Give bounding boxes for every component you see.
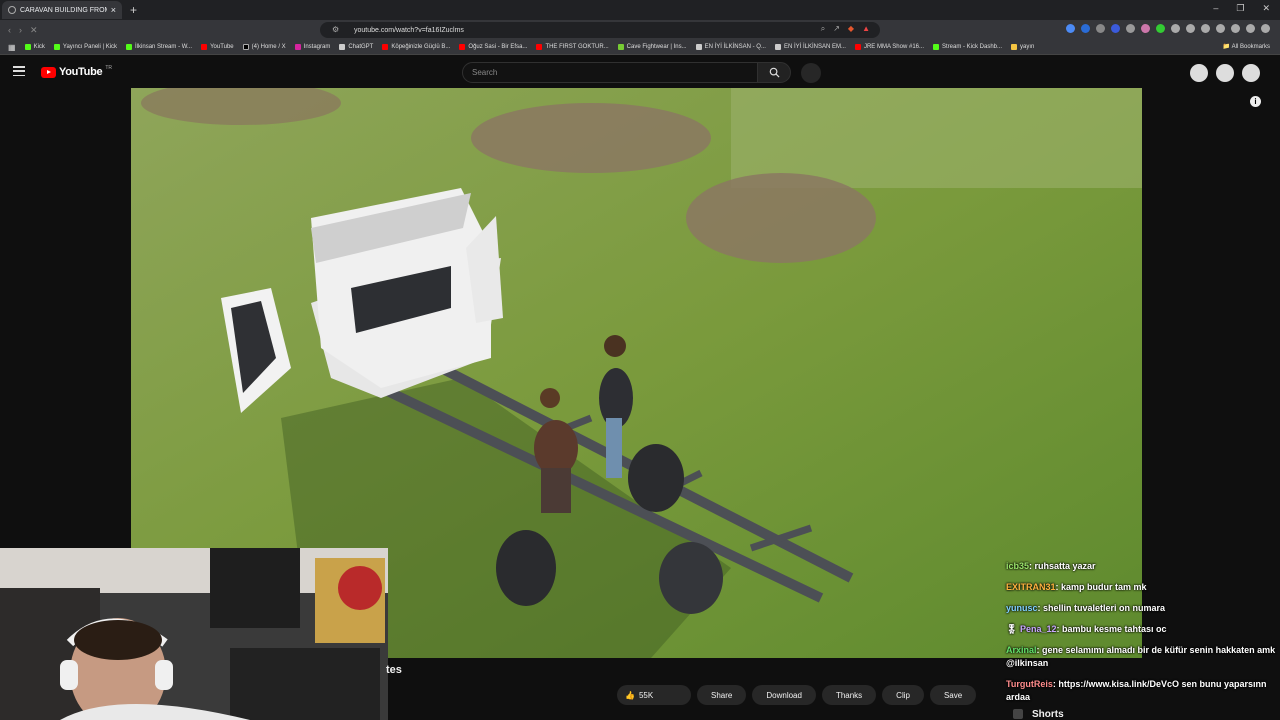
address-bar-row: ‹ › ✕ ⚙ youtube.com/watch?v=fa16IZuclms … — [0, 20, 1280, 40]
bookmark-item[interactable]: EN İYİ İLKİNSAN EM... — [774, 44, 846, 50]
zoom-icon[interactable]: ⌕ — [821, 24, 825, 34]
sidebar-icon[interactable] — [1231, 24, 1240, 33]
video-title: tes — [386, 664, 402, 676]
youtube-header: YouTube TR Search — [0, 56, 1280, 88]
webcam-overlay — [0, 548, 388, 720]
chat-message: yunusc: shellin tuvaletleri on numara — [1006, 603, 1166, 613]
window-controls: – ❐ ✕ — [1213, 3, 1270, 14]
extension-icon[interactable] — [1066, 24, 1075, 33]
video-actions: 👍 55K Share Download Thanks Clip Save — [617, 685, 977, 705]
like-count: 55K — [638, 690, 654, 700]
chat-message: Arxinal: gene selamımı almadı bir de küf… — [1006, 645, 1276, 668]
extension-icon[interactable] — [1081, 24, 1090, 33]
download-button[interactable]: Download — [752, 685, 816, 705]
clip-button[interactable]: Clip — [882, 685, 924, 705]
bookmark-item[interactable]: EN İYİ İLKİNSAN - Q... — [695, 44, 766, 50]
chat-message: 🎖 Pena_12: bambu kesme tahtası oc — [1006, 624, 1167, 634]
bookmark-item[interactable]: Oğuz Sasi - Bir Efsa... — [459, 44, 527, 50]
media-icon[interactable] — [1216, 24, 1225, 33]
extension-icon[interactable] — [1186, 24, 1195, 33]
bookmark-item[interactable]: JRE MMA Show #16... — [854, 44, 924, 50]
shorts-icon — [1013, 709, 1023, 719]
account-avatar[interactable] — [1242, 64, 1260, 82]
extension-icon[interactable] — [1171, 24, 1180, 33]
profile-icon[interactable] — [1246, 24, 1255, 33]
extension-icon[interactable] — [1201, 24, 1210, 33]
bookmark-item[interactable]: Kick — [24, 44, 45, 50]
search-button[interactable] — [757, 62, 791, 83]
voice-search-icon[interactable] — [801, 63, 821, 83]
new-tab-icon[interactable]: + — [130, 3, 137, 17]
chat-message: TurgutReis: https://www.kisa.link/DeVcO … — [1006, 679, 1267, 702]
close-window-icon[interactable]: ✕ — [1262, 3, 1270, 14]
extension-icon[interactable] — [1141, 24, 1150, 33]
site-info-icon[interactable]: ⚙ — [332, 25, 339, 34]
bookmark-item[interactable]: Köpeğinizle Güçlü B... — [382, 44, 450, 50]
shorts-heading[interactable]: Shorts — [1032, 709, 1064, 720]
browser-tab[interactable]: CARAVAN BUILDING FROM Z × — [2, 1, 122, 19]
bookmark-item[interactable]: Stream - Kick Dashb... — [933, 44, 1002, 50]
chat-message: EXITRAN31: kamp budur tam mk — [1006, 582, 1147, 592]
logo-text: YouTube — [59, 66, 103, 78]
restore-icon[interactable]: ❐ — [1236, 3, 1244, 14]
stop-icon[interactable]: ✕ — [30, 25, 38, 36]
like-button[interactable]: 👍 55K — [617, 685, 691, 705]
browser-tab-bar: CARAVAN BUILDING FROM Z × + – ❐ ✕ — [0, 0, 1280, 20]
extension-icon[interactable] — [1156, 24, 1165, 33]
hamburger-menu-icon[interactable] — [13, 66, 25, 76]
bookmark-item[interactable]: YouTube — [201, 44, 234, 50]
save-button[interactable]: Save — [929, 685, 977, 705]
bookmark-item[interactable]: ChatGPT — [339, 44, 373, 50]
share-page-icon[interactable]: ↗ — [833, 24, 840, 34]
url-text: youtube.com/watch?v=fa16IZuclms — [354, 26, 464, 34]
close-tab-icon[interactable]: × — [111, 5, 116, 15]
bookmark-item[interactable]: THE FIRST GOKTUR... — [536, 44, 609, 50]
menu-icon[interactable] — [1261, 24, 1270, 33]
youtube-play-logo-icon — [41, 66, 56, 78]
search-input[interactable]: Search — [462, 62, 758, 83]
url-field[interactable]: ⚙ youtube.com/watch?v=fa16IZuclms ⌕ ↗ ◆ … — [320, 22, 880, 38]
youtube-logo[interactable]: YouTube TR — [41, 65, 112, 78]
all-bookmarks-folder[interactable]: 📁 All Bookmarks — [1223, 43, 1270, 50]
thanks-button[interactable]: Thanks — [821, 685, 877, 705]
notifications-icon[interactable] — [1216, 64, 1234, 82]
extensions-bar — [1066, 24, 1270, 33]
logo-country-code: TR — [105, 65, 112, 71]
share-button[interactable]: Share — [697, 685, 747, 705]
apps-icon[interactable]: ▦ — [8, 43, 16, 52]
webcam-image — [0, 548, 388, 720]
create-icon[interactable] — [1190, 64, 1208, 82]
back-icon[interactable]: ‹ — [8, 25, 11, 36]
bookmark-item[interactable]: Cave Fightwear | Ins... — [617, 44, 687, 50]
bookmark-folder[interactable]: yayın — [1011, 44, 1034, 50]
bookmark-item[interactable]: Instagram — [294, 44, 330, 50]
forward-icon[interactable]: › — [19, 25, 22, 36]
rewards-icon[interactable]: ▲ — [862, 24, 870, 34]
chat-message: icb35: ruhsatta yazar — [1006, 561, 1096, 571]
extension-icon[interactable] — [1111, 24, 1120, 33]
extension-icon[interactable] — [1126, 24, 1135, 33]
stream-chat-overlay: icb35: ruhsatta yazar EXITRAN31: kamp bu… — [1006, 560, 1276, 712]
bookmark-item[interactable]: Yayıncı Paneli | Kick — [53, 44, 117, 50]
badge-icon: 🎖 — [1006, 624, 1018, 634]
bookmarks-bar: ▦ Kick Yayıncı Paneli | Kick İlkinsan St… — [0, 40, 1280, 55]
info-icon[interactable]: i — [1250, 96, 1261, 107]
bookmark-item[interactable]: İlkinsan Stream - W... — [126, 44, 192, 50]
bookmark-item[interactable]: (4) Home / X — [242, 44, 286, 50]
tab-title: CARAVAN BUILDING FROM Z — [20, 6, 107, 14]
search-icon — [769, 67, 780, 78]
thumbs-up-icon: 👍 — [625, 690, 635, 700]
brave-shield-icon[interactable]: ◆ — [848, 24, 854, 34]
tab-favicon-icon — [8, 6, 16, 14]
minimize-icon[interactable]: – — [1213, 3, 1218, 14]
extension-icon[interactable] — [1096, 24, 1105, 33]
